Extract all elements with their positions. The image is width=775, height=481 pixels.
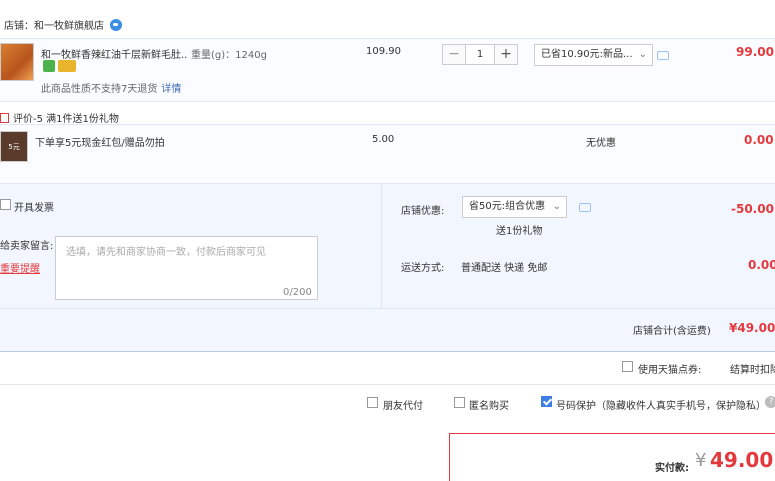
card-badge-icon — [58, 60, 76, 72]
comment-icon[interactable] — [579, 203, 591, 212]
points-label[interactable]: 使用天猫点券: — [638, 361, 701, 376]
comment-icon[interactable] — [657, 51, 669, 60]
chevron-down-icon: ⌄ — [638, 49, 647, 60]
gift-note: 送1份礼物 — [496, 226, 543, 237]
gift-promo-text: 评价-5 满1件送1份礼物 — [13, 114, 119, 125]
product-spec: 重量(g)：1240g — [191, 50, 267, 61]
anonymous-checkbox[interactable] — [454, 397, 465, 408]
gift-icon — [0, 112, 9, 123]
currency-symbol: ¥ — [695, 450, 707, 471]
quantity-stepper[interactable]: − 1 + — [442, 44, 518, 65]
order-item-row — [0, 124, 775, 184]
divider — [0, 308, 775, 309]
divider — [0, 384, 775, 385]
invoice-label[interactable]: 开具发票 — [14, 199, 54, 214]
char-counter: 0/200 — [283, 287, 312, 298]
help-icon[interactable]: ? — [765, 396, 775, 408]
discount-text: 无优惠 — [586, 138, 616, 149]
item-total: 0.00 — [744, 133, 774, 147]
quantity-input[interactable]: 1 — [465, 45, 495, 64]
payment-amount: 49.00 — [710, 448, 774, 472]
shipping-method: 普通配送 快递 免邮 — [461, 263, 548, 274]
shop-name: 店铺：和一牧鲜旗舰店 — [4, 21, 104, 32]
shop-total-amount: ¥49.00 — [729, 321, 775, 335]
shop-discount-select[interactable]: 省50元:组合优惠 ⌄ — [462, 196, 567, 218]
shop-discount-amount: -50.00 — [731, 202, 774, 216]
return-policy-note: 此商品性质不支持7天退货 详情 — [41, 80, 181, 95]
product-thumbnail[interactable]: 5元 — [0, 131, 28, 162]
points-checkbox[interactable] — [622, 361, 633, 372]
shipping-amount: 0.00 — [748, 258, 775, 272]
friend-pay-label[interactable]: 朋友代付 — [383, 397, 423, 412]
friend-pay-checkbox[interactable] — [367, 397, 378, 408]
shop-discount-label: 店铺优惠: — [401, 206, 445, 217]
service-badge-icon — [43, 60, 55, 72]
decrement-button[interactable]: − — [443, 45, 465, 64]
message-placeholder: 选填，请先和商家协商一致，付款后商家可见 — [66, 247, 266, 258]
privacy-checkbox[interactable] — [541, 396, 552, 407]
product-thumbnail[interactable] — [0, 43, 34, 81]
anonymous-label[interactable]: 匿名购买 — [469, 397, 509, 412]
gift-promo-line: 评价-5 满1件送1份礼物 — [0, 110, 119, 125]
invoice-checkbox[interactable] — [0, 199, 11, 210]
increment-button[interactable]: + — [495, 45, 517, 64]
settle-note: 结算时扣除 — [730, 365, 775, 376]
product-title[interactable]: 下单享5元现金红包/赠品勿拍 — [35, 134, 165, 149]
unit-price: 109.90 — [366, 46, 401, 57]
unit-price: 5.00 — [372, 134, 395, 145]
chevron-down-icon: ⌄ — [552, 201, 561, 212]
shop-discount-selected: 省50元:组合优惠 — [469, 201, 546, 212]
shop-title: 店铺：和一牧鲜旗舰店 — [4, 17, 122, 32]
shipping-label: 运送方式: — [401, 263, 445, 274]
payment-label: 实付款: — [655, 463, 689, 474]
promo-select[interactable]: 已省10.90元:新品... ⌄ — [534, 44, 653, 66]
chat-bubble-icon[interactable] — [110, 18, 122, 31]
product-title[interactable]: 和一牧鲜香辣红油千层新鲜毛肚... — [41, 46, 187, 61]
message-label: 给卖家留言: — [0, 241, 54, 252]
item-total: 99.00 — [736, 45, 774, 59]
return-policy-text: 此商品性质不支持7天退货 — [41, 84, 158, 95]
shop-total-label: 店铺合计(含运费) — [633, 326, 711, 337]
privacy-label[interactable]: 号码保护（隐藏收件人真实手机号，保护隐私） — [556, 397, 766, 412]
divider — [381, 184, 382, 308]
details-link[interactable]: 详情 — [161, 84, 181, 95]
promo-selected: 已省10.90元:新品... — [541, 49, 633, 60]
important-notice-link[interactable]: 重要提醒 — [0, 260, 40, 275]
